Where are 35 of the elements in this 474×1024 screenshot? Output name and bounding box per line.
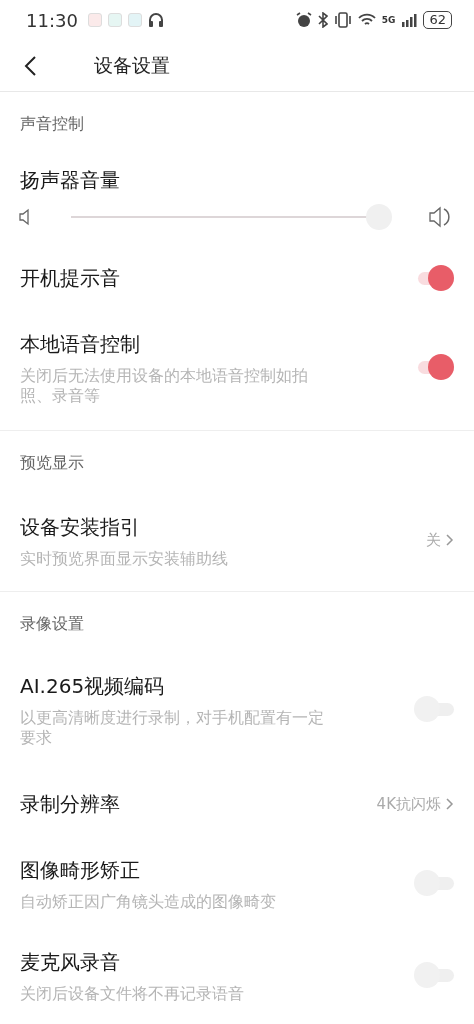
signal-icon <box>401 13 418 28</box>
setting-description: 自动矫正因广角镜头造成的图像畸变 <box>20 892 277 912</box>
vibrate-icon <box>333 12 352 29</box>
setting-label: 设备安装指引 <box>20 514 141 541</box>
alarm-icon <box>295 12 312 29</box>
network-label: 5G <box>381 15 396 25</box>
status-time: 11:30 <box>26 9 78 31</box>
setting-description: 关闭后无法使用设备的本地语音控制如拍照、录音等 <box>20 366 309 406</box>
slider-thumb[interactable] <box>366 204 393 230</box>
battery-level: 62 <box>423 11 452 30</box>
setting-description: 实时预览界面显示安装辅助线 <box>20 549 229 569</box>
app-notification-icon <box>87 13 102 28</box>
setting-value[interactable]: 4K抗闪烁 <box>376 794 454 814</box>
setting-label: AI.265视频编码 <box>20 673 166 700</box>
section-title: 录像设置 <box>19 612 85 635</box>
setting-label: 麦克风录音 <box>20 949 121 976</box>
volume-low-icon <box>18 208 32 226</box>
app-notification-icon <box>127 13 142 28</box>
chevron-right-icon <box>445 533 454 547</box>
chevron-right-icon <box>445 797 454 811</box>
setting-label: 开机提示音 <box>20 265 121 292</box>
back-icon <box>23 54 37 77</box>
setting-label: 录制分辨率 <box>20 791 121 818</box>
setting-description: 关闭后设备文件将不再记录语音 <box>20 984 245 1004</box>
setting-label: 扬声器音量 <box>20 167 120 194</box>
section-title: 预览显示 <box>19 451 85 474</box>
setting-description: 以更高清晰度进行录制，对手机配置有一定要求 <box>20 708 325 748</box>
setting-label: 本地语音控制 <box>20 331 141 358</box>
section-title: 声音控制 <box>19 112 85 135</box>
setting-value[interactable]: 关 <box>426 530 454 550</box>
headphones-icon <box>147 12 164 29</box>
page-title: 设备设置 <box>94 52 170 78</box>
app-notification-icon <box>107 13 122 28</box>
bluetooth-icon <box>317 12 328 29</box>
setting-label: 图像畸形矫正 <box>20 857 141 884</box>
